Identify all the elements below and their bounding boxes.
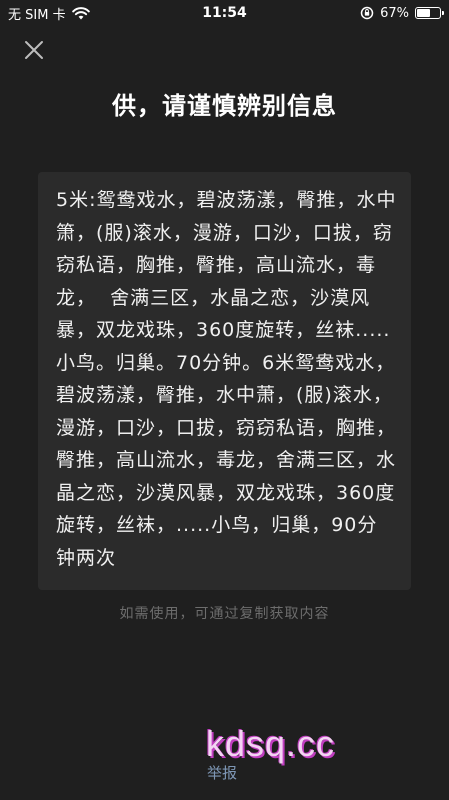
carrier-label: 无 SIM 卡 (8, 7, 66, 23)
wifi-icon (71, 6, 90, 20)
battery-level (417, 9, 430, 17)
content-text: 5米:鸳鸯戏水，碧波荡漾，臀推，水中箫，(服)滚水，漫游，口沙，口拔，窃窃私语，… (56, 189, 397, 569)
status-right: 67% (360, 5, 444, 21)
copy-hint: 如需使用，可通过复制获取内容 (119, 606, 330, 622)
battery-icon (415, 7, 444, 19)
close-button[interactable] (22, 38, 46, 62)
status-left: 无 SIM 卡 (8, 4, 90, 23)
battery-percent: 67% (380, 5, 409, 21)
page-title: 供，请谨慎辨别信息 (112, 92, 337, 120)
status-bar: 无 SIM 卡 11:54 67% (0, 0, 449, 26)
lock-rotation-icon (360, 6, 374, 20)
report-link[interactable]: 举报 (207, 762, 237, 783)
watermark-logo: kdsq.cc (206, 723, 336, 764)
content-card: 5米:鸳鸯戏水，碧波荡漾，臀推，水中箫，(服)滚水，漫游，口沙，口拔，窃窃私语，… (38, 172, 411, 590)
close-icon (22, 38, 46, 62)
